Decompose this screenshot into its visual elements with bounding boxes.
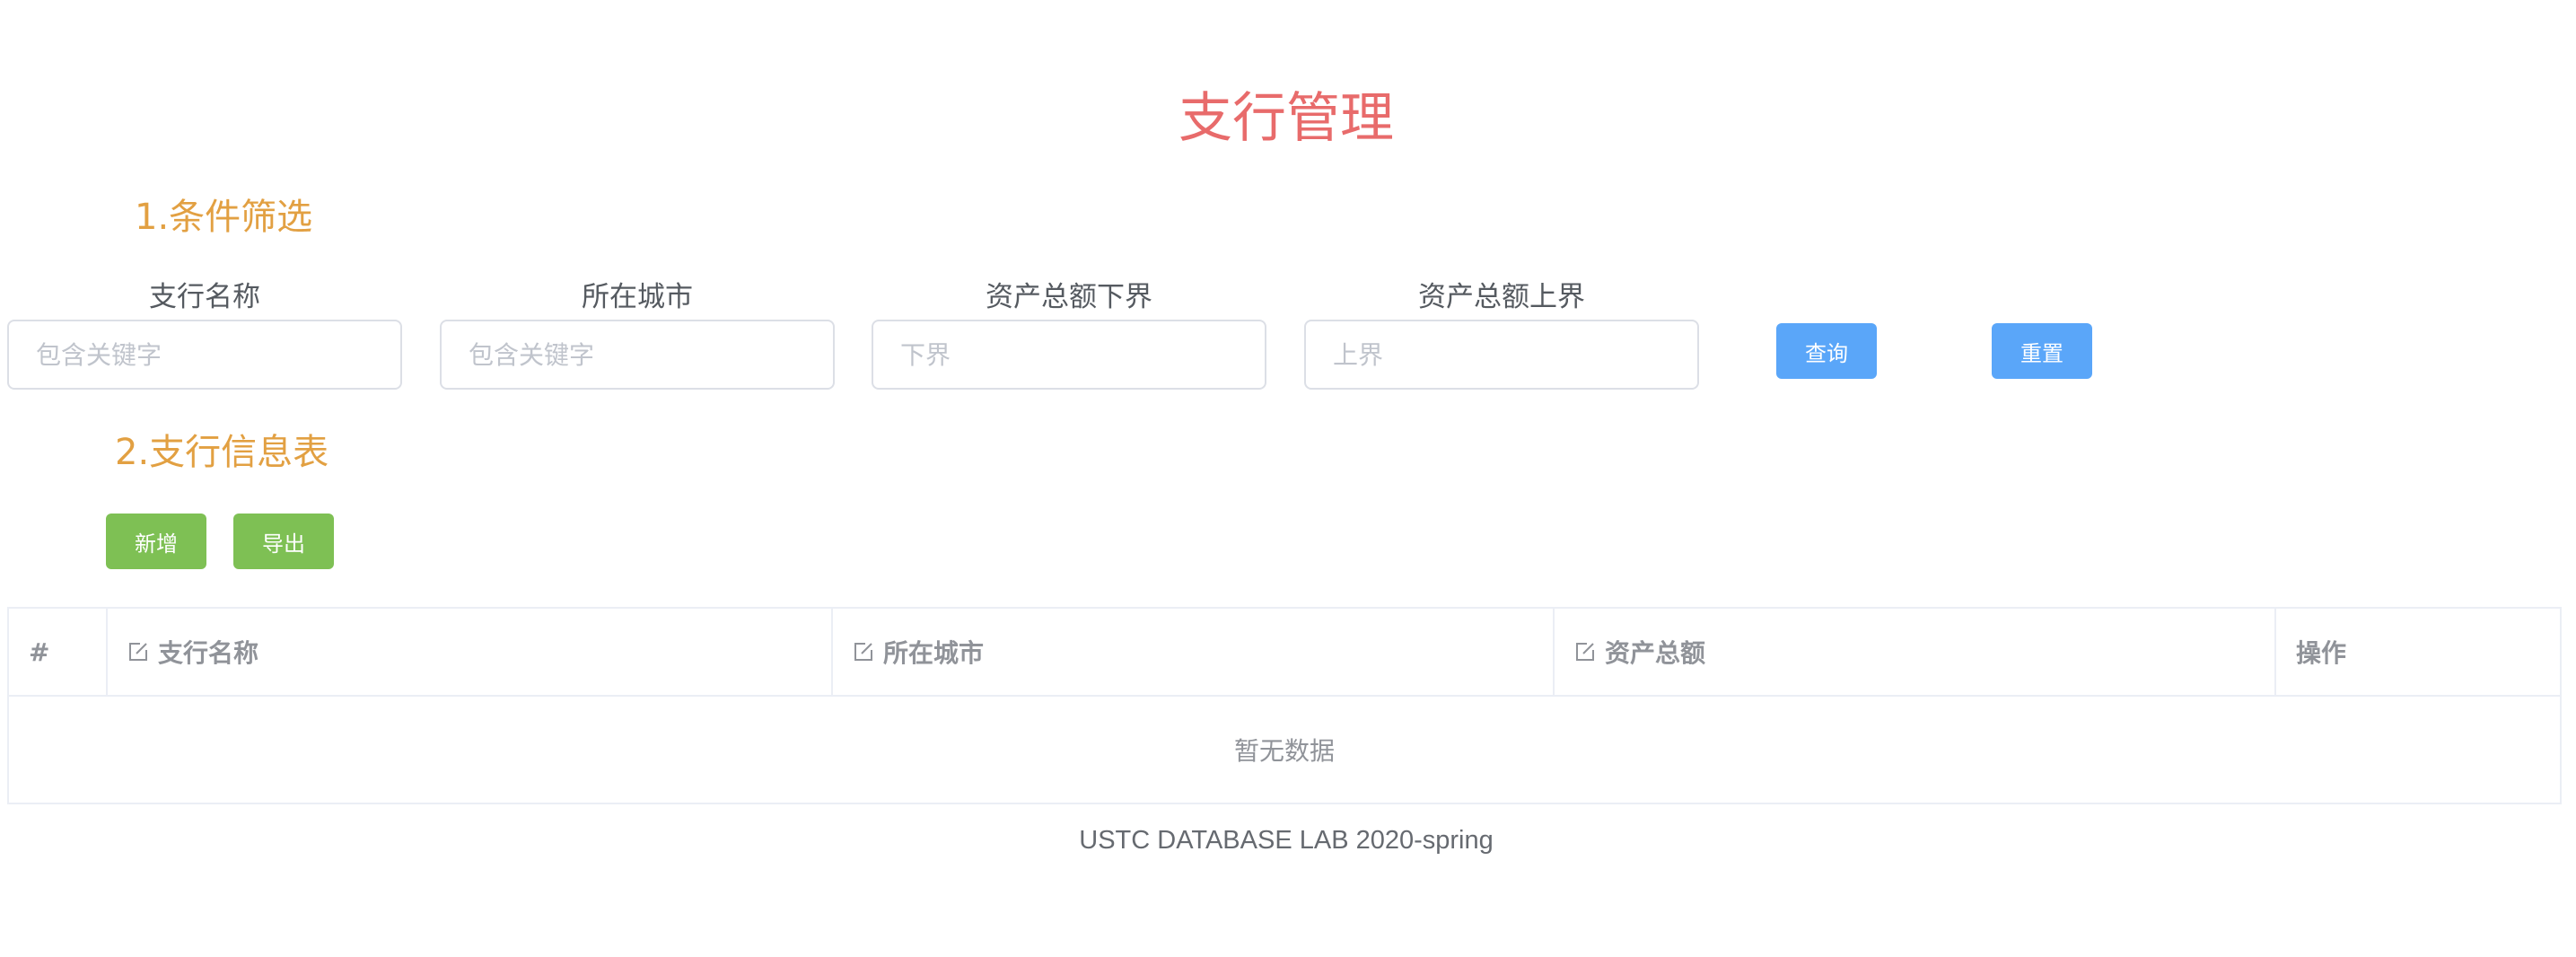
branch-name-label: 支行名称 bbox=[149, 281, 260, 313]
column-header-label: 支行名称 bbox=[158, 638, 259, 668]
export-button[interactable]: 导出 bbox=[233, 514, 334, 569]
column-header-label: 操作 bbox=[2296, 638, 2347, 668]
asset-upper-label: 资产总额上界 bbox=[1418, 281, 1585, 313]
column-header-label: # bbox=[29, 637, 50, 667]
column-header-total-assets[interactable]: 资产总额 bbox=[1555, 609, 2276, 695]
table-header: # 支行名称 所在城市 资产总额 操作 bbox=[9, 609, 2560, 697]
edit-icon bbox=[129, 643, 147, 661]
asset-lower-label: 资产总额下界 bbox=[986, 281, 1152, 313]
city-label: 所在城市 bbox=[582, 281, 693, 313]
column-header-index[interactable]: # bbox=[9, 609, 108, 695]
add-button[interactable]: 新增 bbox=[106, 514, 206, 569]
footer-text: USTC DATABASE LAB 2020-spring bbox=[1079, 826, 1494, 855]
branch-table: # 支行名称 所在城市 资产总额 操作 暂无数据 bbox=[7, 607, 2562, 804]
empty-table-message: 暂无数据 bbox=[1233, 736, 1335, 766]
reset-button[interactable]: 重置 bbox=[1992, 323, 2092, 379]
column-header-actions: 操作 bbox=[2276, 609, 2560, 695]
query-button[interactable]: 查询 bbox=[1776, 323, 1877, 379]
city-input[interactable] bbox=[440, 320, 835, 390]
edit-icon bbox=[1576, 643, 1594, 661]
asset-upper-input[interactable] bbox=[1304, 320, 1699, 390]
table-section-title: 2.支行信息表 bbox=[115, 432, 329, 473]
asset-lower-input[interactable] bbox=[872, 320, 1266, 390]
filter-section-title: 1.条件筛选 bbox=[135, 197, 313, 238]
page-title: 支行管理 bbox=[1178, 87, 1394, 150]
edit-icon bbox=[854, 643, 872, 661]
column-header-branch-name[interactable]: 支行名称 bbox=[108, 609, 833, 695]
column-header-city[interactable]: 所在城市 bbox=[833, 609, 1555, 695]
column-header-label: 资产总额 bbox=[1605, 638, 1706, 668]
page: 支行管理 1.条件筛选 支行名称 所在城市 资产总额下界 资产总额上界 查询 重… bbox=[0, 0, 2576, 957]
branch-name-input[interactable] bbox=[7, 320, 402, 390]
column-header-label: 所在城市 bbox=[883, 638, 985, 668]
